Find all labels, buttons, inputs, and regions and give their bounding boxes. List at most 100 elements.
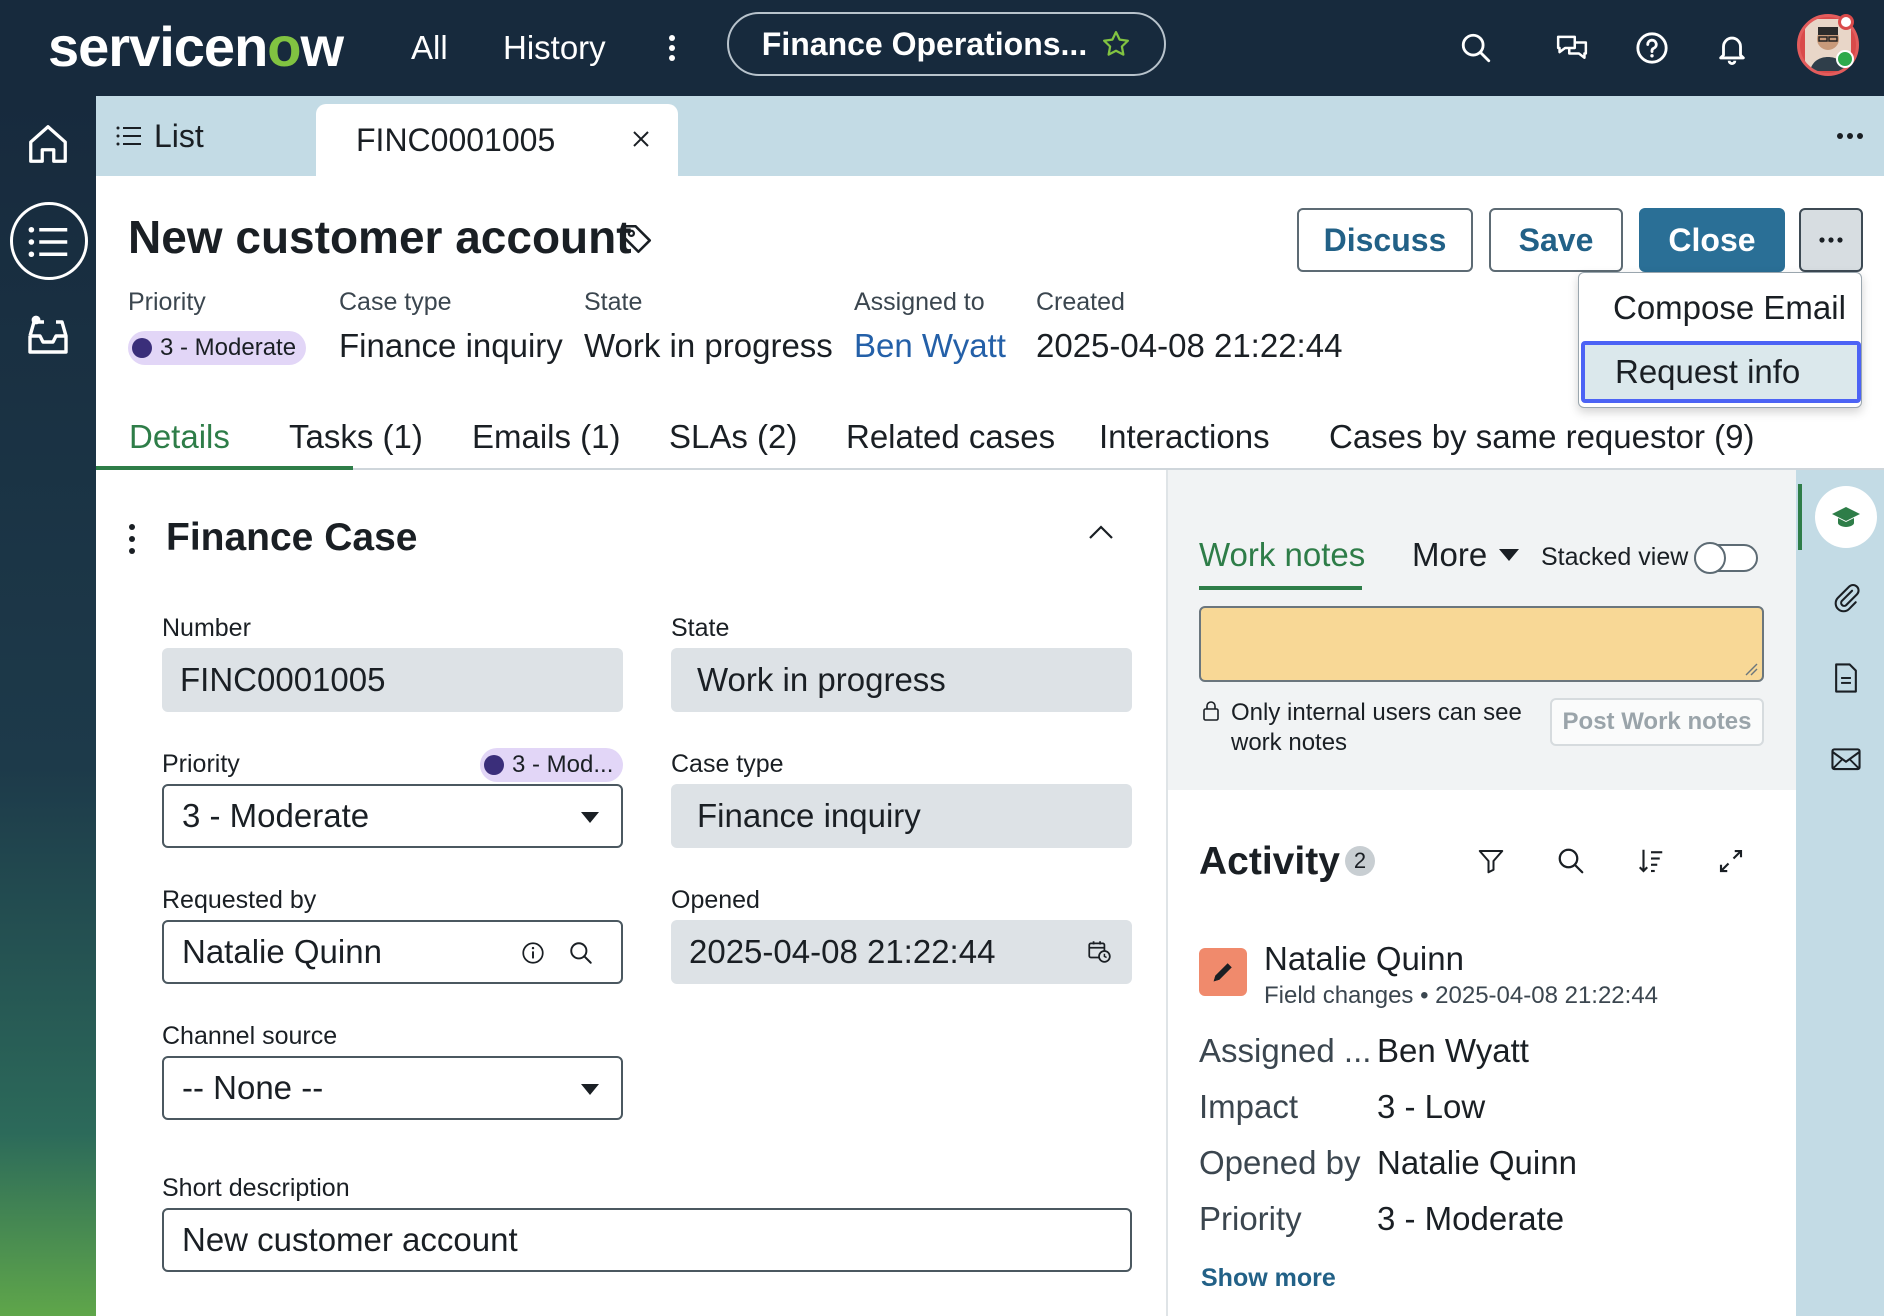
state-field[interactable]: Work in progress — [671, 648, 1132, 712]
expand-icon[interactable] — [1716, 846, 1746, 876]
activity-field-value: Natalie Quinn — [1377, 1144, 1577, 1181]
tab-details[interactable]: Details — [129, 410, 230, 468]
section-title: Finance Case — [166, 516, 418, 559]
chat-icon[interactable] — [1548, 24, 1596, 72]
activity-field-label: Assigned ... — [1199, 1032, 1372, 1069]
save-button[interactable]: Save — [1489, 208, 1623, 272]
show-more-link[interactable]: Show more — [1201, 1264, 1336, 1293]
requested-by-label: Requested by — [162, 886, 317, 914]
activity-author: Natalie Quinn — [1264, 940, 1464, 977]
filter-icon[interactable] — [1476, 846, 1506, 876]
priority-dot — [484, 755, 504, 775]
tab-record[interactable]: FINC0001005 — [316, 104, 678, 176]
number-field[interactable]: FINC0001005 — [162, 648, 623, 712]
info-icon[interactable] — [520, 940, 546, 966]
channel-label: Channel source — [162, 1022, 338, 1050]
activity-subtitle: Field changes • 2025-04-08 21:22:44 — [1264, 982, 1659, 1009]
lock-icon — [1202, 700, 1220, 722]
work-notes-tab-indicator — [1199, 586, 1362, 590]
list-icon[interactable] — [0, 202, 96, 282]
menu-request-info[interactable]: Request info — [1581, 341, 1861, 403]
calendar-icon[interactable] — [1086, 938, 1112, 964]
nav-more-icon[interactable] — [660, 0, 684, 96]
tab-cases-by-requestor[interactable]: Cases by same requestor (9) — [1329, 410, 1755, 468]
star-icon[interactable] — [1101, 29, 1131, 59]
left-rail — [0, 96, 96, 1316]
section-menu-icon[interactable] — [124, 524, 140, 554]
nav-history[interactable]: History — [503, 0, 606, 96]
meta-assigned: Assigned to Ben Wyatt — [854, 288, 1006, 365]
case-type-field[interactable]: Finance inquiry — [671, 784, 1132, 848]
state-label: State — [671, 614, 730, 642]
tab-record-label: FINC0001005 — [356, 121, 556, 158]
more-actions-menu: Compose Email Request info — [1578, 272, 1862, 408]
workspace-selector[interactable]: Finance Operations... — [727, 12, 1166, 76]
sort-icon[interactable] — [1636, 846, 1666, 876]
number-label: Number — [162, 614, 251, 642]
email-icon[interactable] — [1826, 738, 1866, 778]
opened-label: Opened — [671, 886, 760, 914]
caret-down-icon — [581, 812, 599, 823]
presence-dot — [1838, 14, 1854, 30]
opened-field[interactable]: 2025-04-08 21:22:44 — [671, 920, 1132, 984]
resize-handle-icon[interactable] — [1744, 662, 1758, 676]
menu-compose-email[interactable]: Compose Email — [1579, 277, 1861, 339]
tab-emails[interactable]: Emails (1) — [472, 410, 621, 468]
status-badge — [1836, 50, 1854, 68]
help-icon[interactable] — [1628, 24, 1676, 72]
bell-icon[interactable] — [1708, 24, 1756, 72]
activity-field-value: 3 - Low — [1377, 1088, 1486, 1125]
more-dropdown[interactable]: More — [1412, 536, 1520, 574]
document-icon[interactable] — [1826, 658, 1866, 698]
priority-label: Priority — [162, 750, 240, 778]
record-tabs: Details Tasks (1) Emails (1) SLAs (2) Re… — [96, 410, 1884, 470]
requested-by-field[interactable]: Natalie Quinn — [162, 920, 623, 984]
tag-icon[interactable] — [620, 222, 654, 256]
tab-related-cases[interactable]: Related cases — [846, 410, 1055, 468]
nav-all[interactable]: All — [411, 0, 448, 96]
assigned-to-link[interactable]: Ben Wyatt — [854, 327, 1006, 365]
activity-field-label: Opened by — [1199, 1144, 1361, 1181]
tab-interactions[interactable]: Interactions — [1099, 410, 1270, 468]
search-icon[interactable] — [1556, 846, 1586, 876]
tab-strip: List FINC0001005 — [96, 96, 1884, 176]
priority-select[interactable]: 3 - Moderate — [162, 784, 623, 848]
attachment-icon[interactable] — [1826, 578, 1866, 618]
caret-down-icon — [581, 1084, 599, 1095]
priority-dot — [132, 338, 152, 358]
search-icon[interactable] — [1452, 24, 1500, 72]
servicenow-logo[interactable]: servicenow — [48, 14, 344, 79]
activity-field-value: 3 - Moderate — [1377, 1200, 1565, 1237]
post-work-notes-button[interactable]: Post Work notes — [1550, 698, 1764, 746]
more-horizontal-icon[interactable] — [1830, 118, 1870, 154]
chevron-up-icon[interactable] — [1086, 522, 1116, 542]
stacked-view-label: Stacked view — [1541, 543, 1689, 571]
activity-field-value: Ben Wyatt — [1377, 1032, 1529, 1069]
tab-list[interactable]: List — [116, 96, 204, 176]
search-icon[interactable] — [568, 940, 594, 966]
meta-case-type: Case type Finance inquiry — [339, 288, 563, 364]
priority-mini-pill: 3 - Mod... — [480, 748, 624, 782]
channel-select[interactable]: -- None -- — [162, 1056, 623, 1120]
discuss-button[interactable]: Discuss — [1297, 208, 1473, 272]
learning-icon[interactable] — [1815, 486, 1877, 548]
meta-priority: Priority 3 - Moderate — [128, 288, 307, 365]
work-notes-input[interactable] — [1199, 606, 1764, 682]
more-actions-button[interactable] — [1799, 208, 1863, 272]
tab-slas[interactable]: SLAs (2) — [669, 410, 797, 468]
pencil-icon — [1199, 948, 1247, 996]
work-notes-hint: Only internal users can see work notes — [1231, 699, 1522, 756]
close-button[interactable]: Close — [1639, 208, 1785, 272]
activity-field-label: Priority — [1199, 1200, 1302, 1237]
list-lines-icon — [116, 126, 141, 146]
inbox-icon[interactable] — [0, 296, 96, 376]
home-icon[interactable] — [0, 104, 96, 184]
tab-work-notes[interactable]: Work notes — [1199, 536, 1365, 574]
meta-state: State Work in progress — [584, 288, 833, 364]
priority-pill: 3 - Moderate — [128, 331, 307, 365]
activity-count-badge: 2 — [1345, 846, 1375, 876]
tab-tasks[interactable]: Tasks (1) — [289, 410, 423, 468]
close-icon[interactable] — [626, 124, 656, 154]
stacked-view-toggle[interactable] — [1694, 542, 1758, 574]
short-description-field[interactable]: New customer account — [162, 1208, 1132, 1272]
